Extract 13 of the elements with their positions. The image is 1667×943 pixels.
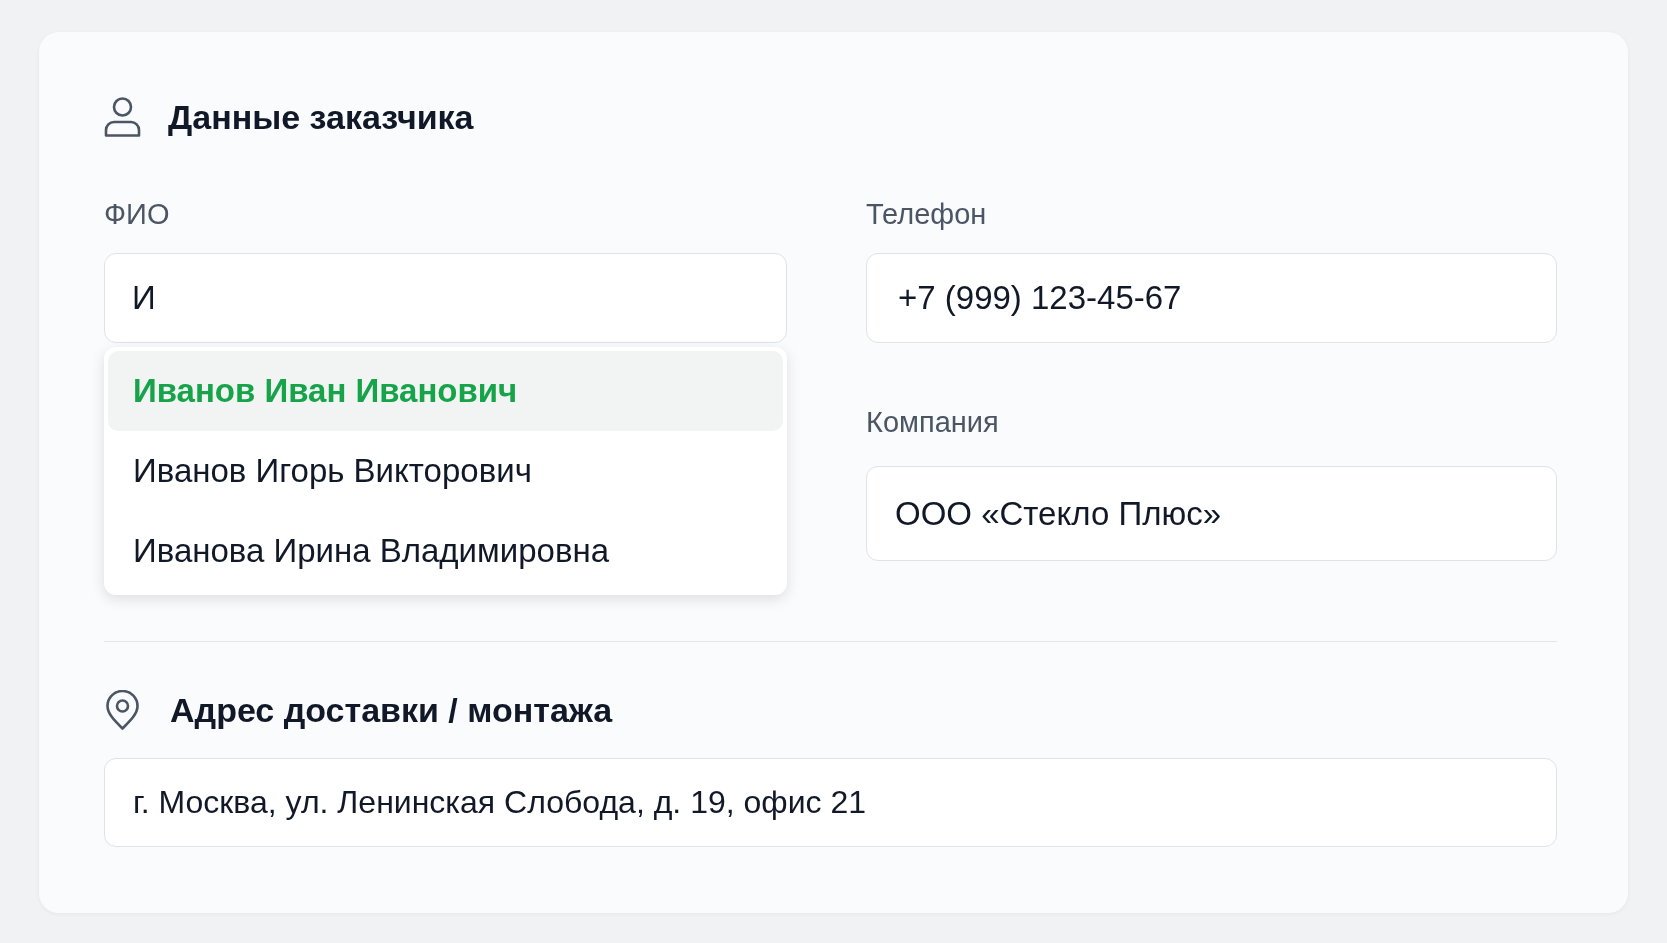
- field-label: Компания: [866, 406, 999, 438]
- section-title: Данные заказчика: [168, 100, 474, 134]
- field-label: Телефон: [866, 198, 987, 230]
- field-label: ФИО: [104, 198, 170, 230]
- phone-input[interactable]: +7 (999) 123-45-67: [866, 253, 1557, 343]
- name-input[interactable]: И: [104, 253, 787, 343]
- company-input[interactable]: ООО «Стекло Плюс»: [866, 466, 1557, 561]
- suggestion-item[interactable]: Иванова Ирина Владимировна: [108, 511, 783, 591]
- location-pin-icon: [104, 690, 141, 730]
- suggestion-item[interactable]: Иванов Игорь Викторович: [108, 431, 783, 511]
- address-input[interactable]: г. Москва, ул. Ленинская Слобода, д. 19, офис 21: [104, 758, 1557, 847]
- section-title: Адрес доставки / монтажа: [170, 693, 613, 727]
- user-icon: [104, 97, 141, 137]
